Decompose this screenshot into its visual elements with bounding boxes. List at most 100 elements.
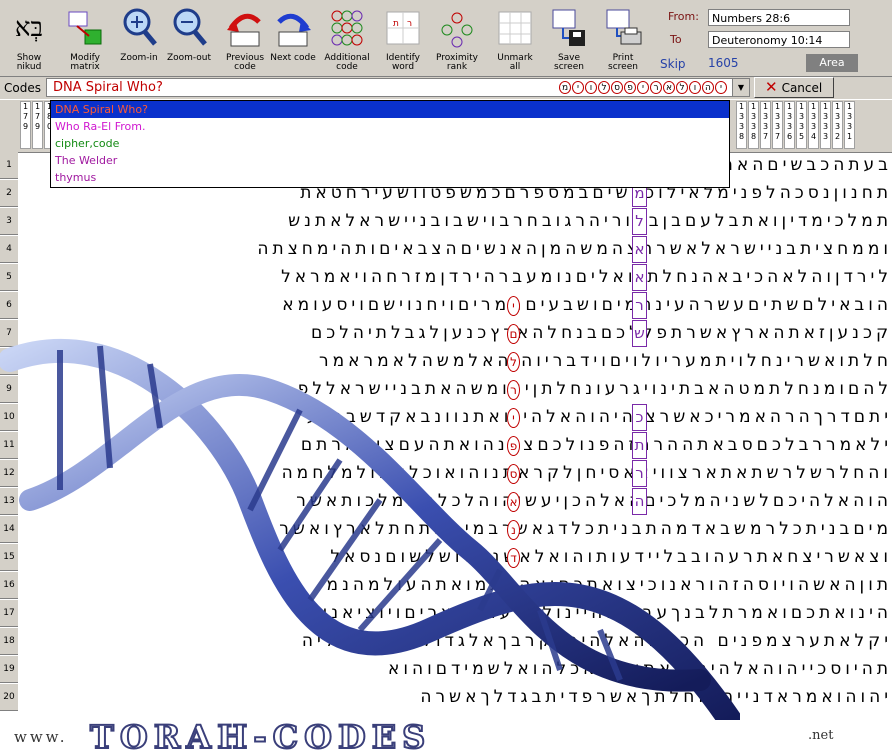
matrix-row[interactable]: תוןהאשהויוסהזהוראנוכיצואתכםואהבתמואתהעול… [20,572,892,599]
printer-icon [603,6,643,50]
code-option[interactable]: Who Ra-El From. [51,118,729,135]
spiral-letter: נ [507,520,520,540]
ruler-column: 1338 [748,101,759,149]
identify-word-button[interactable]: תר Identify word [380,2,426,74]
oval-letter: ל [598,81,610,94]
ruler-column: 179 [20,101,31,149]
ruler-column: 1333 [820,101,831,149]
matrix-row[interactable]: הובאילםשתיםעשרהעינתמיםושבעיםתמריםויחנויש… [20,292,892,319]
letter-matrix: 1 בעתהכבשיםהאחדביוםהשביעילשבעתימיםשבעתהכ… [0,152,892,720]
spiral-letter: ר [507,380,520,400]
svg-text:ר: ר [407,19,412,29]
hebrew-bet-aleph-icon: בְּא [14,13,44,43]
matrix-row[interactable]: קכנעןזאתהארץאשרתפללכםבנחלהארץכנעןלגבלתיה… [20,320,892,347]
matrix-row[interactable]: הינואתכםואמרתלבנךעבדיםהיינולפרעהבמצריםוי… [20,600,892,627]
site-banner: www. TORAH-CODES .net [0,717,892,756]
additional-code-icon [327,6,367,50]
proximity-rank-button[interactable]: Proximity rank [434,2,480,74]
banner-prefix: www. [14,728,68,746]
matrix-row[interactable]: יקלאתערצמפנים הכיהוהאלהיךבקרבךאלגדולנורא… [20,628,892,655]
row-number: 6 [0,292,18,319]
zoom-out-label: Zoom-out [166,53,212,63]
matrix-row[interactable]: ילאמררבלכםסבאתההרהזהפנולכםצפנהואתהעםצואמ… [20,432,892,459]
matrix-row[interactable]: להםומנחלתמטהאבתינויגרעונחלתןיצומשהאתבניי… [20,376,892,403]
modify-matrix-button[interactable]: Modify matrix [62,2,108,74]
row-number: 12 [0,460,18,487]
unmark-icon [495,6,535,50]
from-field[interactable]: Numbers 28:6 [708,9,850,26]
spiral-letter: פ [507,436,520,456]
zoom-out-button[interactable]: Zoom-out [166,2,212,74]
code-option[interactable]: thymus [51,169,729,186]
matrix-row[interactable]: והחלרשלרשתאתארצוויצאסיחןלקראתנוהואוכלעמו… [20,460,892,487]
to-field[interactable]: Deuteronomy 10:14 [708,31,850,48]
row-number: 15 [0,544,18,571]
oval-letter: ס [611,81,623,94]
code-letter-box: ר [632,292,647,319]
matrix-row[interactable]: יתםדרךהרהאמריכאשרצוהיהוהאלהינואתנוונבאקד… [20,404,892,431]
row-number: 17 [0,600,18,627]
ruler-column: 1336 [784,101,795,149]
matrix-row[interactable]: חלתואשרינחלויתמעריולויםוידבריוהוהאלמשהלא… [20,348,892,375]
from-label: From: [668,10,699,23]
code-letter-box: ת [632,432,647,459]
unmark-all-button[interactable]: Unmark all [492,2,538,74]
matrix-row[interactable]: תהיוסכייהוהאלהיךהואתאשראכלהואלשמידםוהוא [20,656,892,683]
matrix-row[interactable]: הוהאלהיכםלשניהמלכיםהאלהכןיעשיהוהלכלהממלכ… [20,488,892,515]
save-screen-button[interactable]: Save screen [546,2,592,74]
next-code-button[interactable]: Next code [270,2,316,74]
codes-combobox[interactable]: DNA Spiral Who? מ י ו ל ס פ י ר א ל ו ה … [46,78,750,97]
row-number: 13 [0,488,18,515]
row-number: 8 [0,348,18,375]
code-letter-ovals: מ י ו ל ס פ י ר א ל ו ה י [559,81,727,95]
ruler-column: 1331 [844,101,855,149]
additional-code-button[interactable]: Additional code [324,2,370,74]
zoom-out-icon [169,6,209,50]
oval-letter: ר [650,81,662,94]
to-label: To [670,33,682,46]
svg-text:ת: ת [393,19,399,29]
range-panel: From: Numbers 28:6 To Deuteronomy 10:14 … [656,4,890,74]
previous-arrow-icon [225,6,265,50]
spiral-letter: ם [507,324,520,344]
cancel-button[interactable]: ✕ Cancel [754,77,834,98]
code-option[interactable]: The Welder [51,152,729,169]
row-number: 16 [0,572,18,599]
skip-value: 1605 [708,56,739,70]
matrix-grid-icon [65,6,105,50]
matrix-row[interactable]: וצאשריצחאתרעהובבליידעותוהואלאשנאלושלשוםנ… [20,544,892,571]
show-nikud-button[interactable]: בְּא Show nikud [6,2,52,74]
code-letter-box: ה [632,488,647,515]
oval-letter: ו [585,81,597,94]
zoom-in-button[interactable]: Zoom-in [116,2,162,74]
proximity-rank-icon [437,6,477,50]
code-option[interactable]: DNA Spiral Who? [51,101,729,118]
code-option[interactable]: cipher,code [51,135,729,152]
chevron-down-icon[interactable]: ▼ [732,79,749,96]
matrix-row[interactable]: לירדןוהלאהכיבאהנחלתנואליםנומעברהירדןמזרח… [20,264,892,291]
spiral-letter: ל [507,352,520,372]
area-button[interactable]: Area [806,54,858,72]
oval-letter: י [637,81,649,94]
next-code-label: Next code [270,53,316,63]
identify-word-label: Identify word [386,53,420,72]
zoom-in-label: Zoom-in [120,53,158,63]
cancel-label: Cancel [781,81,823,95]
matrix-row[interactable]: מיםבניתכלרמשבאדמהתבניתכלדגאשרבמיםמתחתלאר… [20,516,892,543]
oval-letter: י [715,81,727,94]
print-screen-button[interactable]: Print screen [600,2,646,74]
spiral-letter: ד [507,548,520,568]
code-letter-box: ל [632,208,647,235]
oval-letter: ו [689,81,701,94]
matrix-row[interactable]: תמלכימדיןואתבלעםבןבעוריהרגובחרבוישבובניי… [20,208,892,235]
matrix-row[interactable]: יהוהואמראדנייהוהחלתךאשרפדיתבגדלךאשרה [20,684,892,711]
matrix-row[interactable]: וממחציתבניישראלאשרחצהמשהמןהאנשיםהצבאיםות… [20,236,892,263]
codes-label: Codes : [4,81,49,95]
previous-code-button[interactable]: Previous code [222,2,268,74]
row-number: 4 [0,236,18,263]
ruler-column: 1332 [832,101,843,149]
banner-suffix: .net [808,728,834,743]
row-number: 19 [0,656,18,683]
show-nikud-label: Show nikud [16,53,42,72]
skip-label: Skip [660,57,686,71]
